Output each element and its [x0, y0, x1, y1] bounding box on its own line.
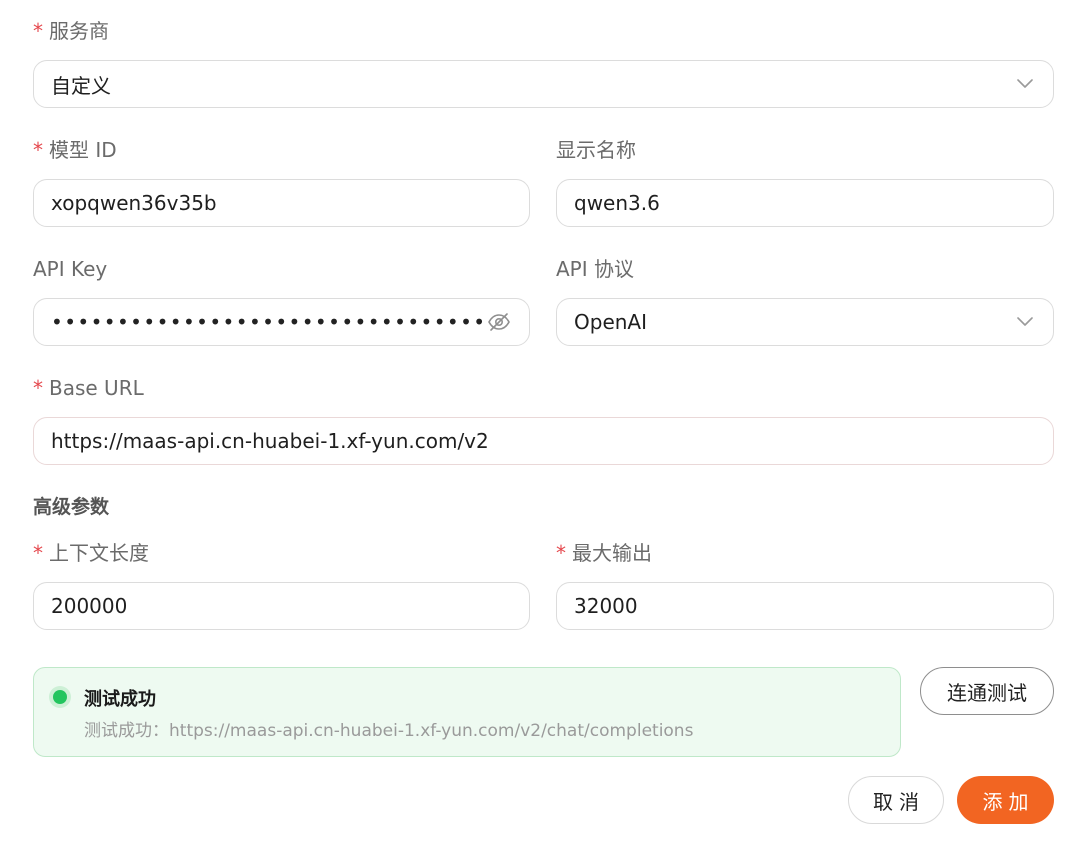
test-result-title: 测试成功: [84, 689, 156, 710]
api-key-input[interactable]: ••••••••••••••••••••••••••••••••••••••••…: [33, 298, 530, 346]
model-id-label: * 模型 ID: [33, 138, 117, 162]
cancel-button[interactable]: 取消: [848, 776, 944, 824]
provider-value: 自定义: [51, 73, 111, 98]
max-output-input[interactable]: 32000: [556, 582, 1054, 630]
display-name-value: qwen3.6: [574, 191, 660, 215]
model-id-value: xopqwen36v35b: [51, 191, 217, 215]
api-key-label: API Key: [33, 257, 108, 281]
chevron-down-icon: [1016, 313, 1034, 331]
max-output-label: * 最大输出: [556, 541, 652, 565]
context-length-input[interactable]: 200000: [33, 582, 530, 630]
required-mark: *: [33, 19, 43, 43]
api-protocol-label: API 协议: [556, 257, 634, 281]
context-length-label: * 上下文长度: [33, 541, 149, 565]
add-button[interactable]: 添加: [957, 776, 1054, 824]
base-url-label: * Base URL: [33, 376, 144, 400]
api-protocol-value: OpenAI: [574, 310, 647, 334]
base-url-input[interactable]: https://maas-api.cn-huabei-1.xf-yun.com/…: [33, 417, 1054, 465]
model-id-input[interactable]: xopqwen36v35b: [33, 179, 530, 227]
advanced-section-title: 高级参数: [33, 496, 110, 518]
max-output-value: 32000: [574, 594, 638, 618]
provider-label: * 服务商: [33, 19, 109, 43]
api-key-masked-value: ••••••••••••••••••••••••••••••••••••••••…: [51, 310, 486, 334]
display-name-label: 显示名称: [556, 138, 636, 162]
api-protocol-select[interactable]: OpenAI: [556, 298, 1054, 346]
display-name-input[interactable]: qwen3.6: [556, 179, 1054, 227]
provider-select[interactable]: 自定义: [33, 60, 1054, 108]
required-mark: *: [33, 541, 43, 565]
chevron-down-icon: [1016, 75, 1034, 93]
base-url-value: https://maas-api.cn-huabei-1.xf-yun.com/…: [51, 429, 489, 453]
test-connection-button[interactable]: 连通测试: [920, 667, 1054, 715]
test-result-panel: 测试成功 测试成功：https://maas-api.cn-huabei-1.x…: [33, 667, 901, 757]
required-mark: *: [556, 541, 566, 565]
success-status-icon: [53, 690, 67, 704]
required-mark: *: [33, 376, 43, 400]
context-length-value: 200000: [51, 594, 128, 618]
test-result-message: 测试成功：https://maas-api.cn-huabei-1.xf-yun…: [84, 721, 694, 741]
required-mark: *: [33, 138, 43, 162]
eye-off-icon[interactable]: [486, 309, 512, 335]
